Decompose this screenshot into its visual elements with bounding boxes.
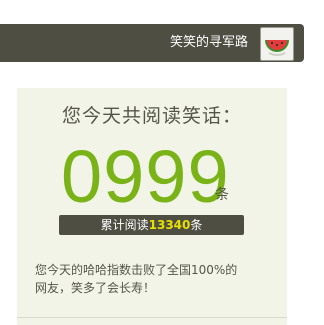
total-read-badge: 累计阅读13340条 xyxy=(59,215,244,235)
avatar[interactable] xyxy=(260,27,294,61)
total-prefix: 累计阅读 xyxy=(100,218,149,232)
total-read-count: 13340 xyxy=(148,218,191,232)
ranking-description: 您今天的哈哈指数击败了全国100%的 网友，笑多了会长寿！ xyxy=(35,261,265,297)
total-suffix: 条 xyxy=(190,218,203,232)
divider xyxy=(17,317,287,318)
username-link[interactable]: 笑笑的寻军路 xyxy=(170,34,248,52)
today-headline: 您今天共阅读笑话： xyxy=(61,105,242,127)
today-count: 0999 xyxy=(61,135,230,218)
description-line-2: 网友，笑多了会长寿！ xyxy=(35,281,156,295)
user-bar: 笑笑的寻军路 xyxy=(0,24,304,62)
reading-stats-panel: 您今天共阅读笑话： 0999 条 累计阅读13340条 您今天的哈哈指数击败了全… xyxy=(17,88,287,325)
count-unit: 条 xyxy=(215,187,229,203)
description-line-1: 您今天的哈哈指数击败了全国100%的 xyxy=(35,263,238,277)
watermelon-icon xyxy=(265,40,289,56)
